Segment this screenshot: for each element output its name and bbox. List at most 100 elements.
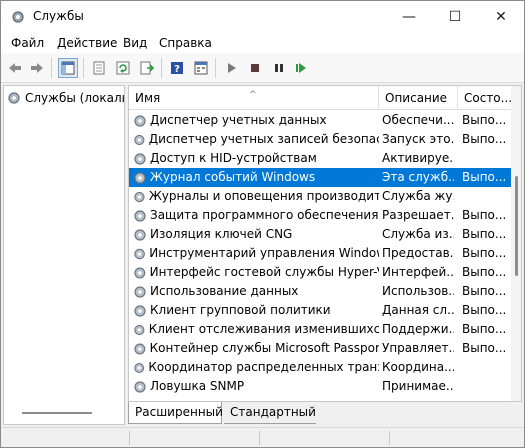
show-tree-icon[interactable] bbox=[58, 58, 78, 78]
tab-standard[interactable]: Стандартный bbox=[224, 402, 316, 424]
service-gear-icon bbox=[134, 343, 146, 354]
service-gear-icon bbox=[134, 267, 146, 278]
tree-item-label: Службы (локалы bbox=[25, 91, 125, 105]
service-name: Журналы и оповещения производите... bbox=[148, 189, 379, 203]
table-row-selected[interactable]: Журнал событий Windows Эта служб... Выпо..… bbox=[129, 168, 511, 187]
menu-file[interactable]: Файл bbox=[11, 36, 44, 50]
table-row[interactable]: Диспетчер учетных записей безопасн... Зап… bbox=[129, 130, 511, 149]
column-header-description[interactable]: Описание bbox=[379, 86, 458, 110]
service-name: Защита программного обеспечения bbox=[150, 208, 379, 222]
status-divider bbox=[129, 431, 130, 445]
service-gear-icon bbox=[134, 191, 145, 202]
service-name: Клиент групповой политики bbox=[150, 303, 331, 317]
toolbar-separator bbox=[215, 58, 216, 78]
menu-view[interactable]: Вид bbox=[123, 36, 147, 50]
table-row[interactable]: Координатор распределенных транзак...Коо… bbox=[129, 358, 511, 377]
service-name-cell: Диспетчер учетных данных bbox=[133, 111, 379, 130]
toolbar-separator bbox=[51, 58, 52, 78]
service-name: Журнал событий Windows bbox=[150, 170, 316, 184]
service-name: Использование данных bbox=[150, 284, 299, 298]
service-name-cell: Клиент групповой политики bbox=[133, 301, 379, 320]
forward-arrow-icon[interactable] bbox=[27, 58, 47, 78]
status-divider bbox=[259, 431, 260, 445]
service-name: Диспетчер учетных записей безопасн... bbox=[148, 132, 379, 146]
restart-service-icon[interactable] bbox=[291, 58, 311, 78]
table-row[interactable]: Защита программного обеспечения Разрешает… bbox=[129, 206, 511, 225]
service-gear-icon bbox=[134, 324, 145, 335]
status-divider bbox=[389, 431, 390, 445]
service-state: Выпо... bbox=[462, 284, 507, 298]
maximize-button[interactable]: ☐ bbox=[432, 1, 478, 33]
tree-item-services-local[interactable]: Службы (локалы bbox=[7, 89, 125, 107]
table-row[interactable]: Интерфейс гостевой службы Hyper-V Интерфе… bbox=[129, 263, 511, 282]
services-window: Службы — ☐ ✕ Файл Действие Вид Справка ?… bbox=[0, 0, 525, 448]
service-name-cell: Интерфейс гостевой службы Hyper-V bbox=[133, 263, 379, 282]
window-title: Службы bbox=[33, 9, 84, 23]
left-horizontal-scrollbar[interactable] bbox=[22, 412, 92, 414]
service-name-cell: Журналы и оповещения производите... bbox=[133, 187, 379, 206]
table-row[interactable]: Доступ к HID-устройствам Активируе... bbox=[129, 149, 511, 168]
service-description: Предостав... bbox=[382, 246, 454, 260]
service-gear-icon bbox=[134, 209, 146, 222]
vertical-scrollbar[interactable] bbox=[511, 86, 521, 401]
table-row[interactable]: Диспетчер учетных данных Обеспечи... Выпо.… bbox=[129, 111, 511, 130]
service-state: Выпо... bbox=[462, 303, 507, 317]
service-gear-icon bbox=[134, 134, 145, 145]
close-button[interactable]: ✕ bbox=[478, 1, 524, 33]
service-description: Эта служб... bbox=[382, 170, 454, 184]
view-tabs: Расширенный Стандартный bbox=[128, 402, 522, 426]
service-state: Выпо... bbox=[462, 246, 507, 260]
properties-icon[interactable] bbox=[89, 58, 109, 78]
service-description: Интерфей... bbox=[382, 265, 454, 279]
table-row[interactable]: Ловушка SNMP Принимае... bbox=[129, 377, 511, 396]
service-name: Интерфейс гостевой службы Hyper-V bbox=[149, 265, 379, 279]
service-gear-icon bbox=[134, 228, 146, 241]
service-state bbox=[462, 149, 510, 168]
service-name-cell: Инструментарий управления Windows bbox=[133, 244, 379, 263]
service-name: Ловушка SNMP bbox=[150, 379, 245, 393]
service-gear-icon bbox=[134, 114, 146, 127]
service-name-cell: Координатор распределенных транзак... bbox=[133, 358, 379, 377]
table-row[interactable]: Изоляция ключей CNG Служба из... Выпо... bbox=[129, 225, 511, 244]
help-icon[interactable]: ? bbox=[167, 58, 187, 78]
menu-bar: Файл Действие Вид Справка bbox=[1, 33, 524, 53]
table-row[interactable]: Клиент отслеживания изменившихся ... Подд… bbox=[129, 320, 511, 339]
service-name: Диспетчер учетных данных bbox=[150, 113, 327, 127]
stop-service-icon[interactable] bbox=[245, 58, 265, 78]
table-row[interactable]: Инструментарий управления Windows Предост… bbox=[129, 244, 511, 263]
service-description: Служба из... bbox=[382, 227, 454, 241]
menu-help[interactable]: Справка bbox=[159, 36, 212, 50]
table-row[interactable]: Журналы и оповещения производите... Служб… bbox=[129, 187, 511, 206]
menu-action[interactable]: Действие bbox=[57, 36, 117, 50]
table-row[interactable]: Клиент групповой политики Данная сл... Вып… bbox=[129, 301, 511, 320]
title-bar: Службы — ☐ ✕ bbox=[1, 1, 524, 33]
service-name-cell: Контейнер службы Microsoft Passport bbox=[133, 339, 379, 358]
toolbar-separator bbox=[161, 58, 162, 78]
column-header-name[interactable]: ^ Имя bbox=[129, 86, 379, 110]
pause-service-icon[interactable] bbox=[269, 58, 289, 78]
service-state: Выпо... bbox=[462, 341, 507, 355]
service-gear-icon bbox=[134, 380, 146, 393]
service-description: Управляет... bbox=[382, 341, 454, 355]
services-gear-icon bbox=[8, 92, 20, 104]
service-state: Выпо... bbox=[462, 132, 507, 146]
service-state: Выпо... bbox=[462, 113, 507, 127]
tab-extended[interactable]: Расширенный bbox=[128, 402, 223, 424]
table-row[interactable]: Контейнер службы Microsoft Passport Управ… bbox=[129, 339, 511, 358]
refresh-icon[interactable] bbox=[113, 58, 133, 78]
start-service-icon[interactable] bbox=[221, 58, 241, 78]
back-arrow-icon[interactable] bbox=[5, 58, 25, 78]
service-gear-icon bbox=[134, 362, 145, 373]
service-description: Принимае... bbox=[382, 379, 454, 393]
service-gear-icon bbox=[134, 285, 146, 298]
table-row[interactable]: Использование данных Использов... Выпо... bbox=[129, 282, 511, 301]
export-list-icon[interactable] bbox=[137, 58, 157, 78]
service-name: Координатор распределенных транзак... bbox=[148, 360, 379, 374]
services-gear-icon bbox=[12, 11, 24, 23]
service-name-cell: Клиент отслеживания изменившихся ... bbox=[133, 320, 379, 339]
vertical-scrollbar-thumb[interactable] bbox=[515, 176, 518, 276]
column-header-state[interactable]: Состо... bbox=[458, 86, 511, 110]
view-icon[interactable] bbox=[191, 58, 211, 78]
minimize-button[interactable]: — bbox=[386, 1, 432, 33]
service-state: Выпо... bbox=[462, 265, 507, 279]
